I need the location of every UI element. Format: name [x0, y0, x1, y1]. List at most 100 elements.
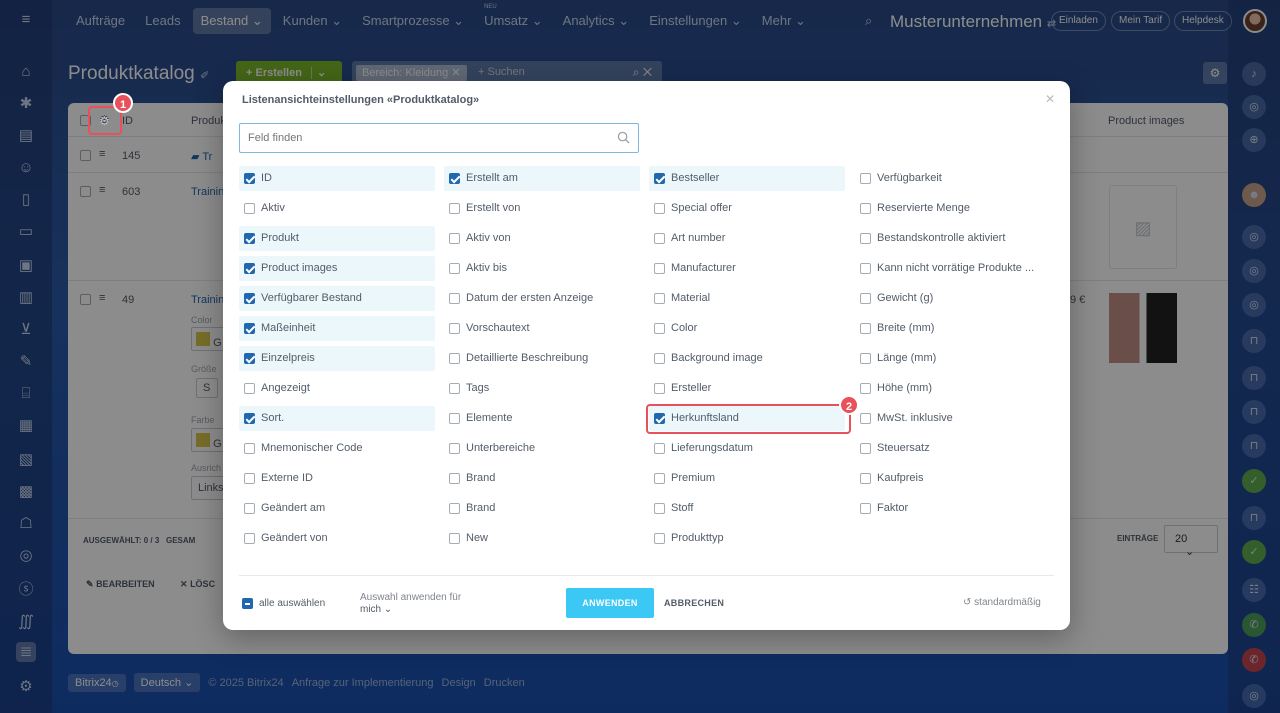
apply-for[interactable]: Auswahl anwenden für mich ⌄ — [360, 592, 461, 615]
field-checkbox[interactable] — [244, 262, 255, 274]
field-checkbox[interactable] — [860, 502, 871, 514]
field-checkbox[interactable] — [860, 442, 871, 454]
field-option[interactable]: Detaillierte Beschreibung — [444, 346, 640, 371]
field-checkbox[interactable] — [860, 322, 871, 334]
field-checkbox[interactable] — [449, 502, 460, 514]
field-option[interactable]: Material — [649, 286, 845, 311]
select-all-checkbox[interactable] — [242, 598, 253, 609]
field-option[interactable]: Erstellt am — [444, 166, 640, 191]
field-checkbox[interactable] — [244, 232, 255, 244]
field-checkbox[interactable] — [449, 322, 460, 334]
field-option[interactable]: Background image — [649, 346, 845, 371]
field-checkbox[interactable] — [449, 442, 460, 454]
field-checkbox[interactable] — [860, 232, 871, 244]
field-checkbox[interactable] — [244, 442, 255, 454]
field-checkbox[interactable] — [449, 532, 460, 544]
field-checkbox[interactable] — [244, 322, 255, 334]
field-checkbox[interactable] — [244, 532, 255, 544]
field-option[interactable]: Product images — [239, 256, 435, 281]
field-checkbox[interactable] — [860, 172, 871, 184]
field-option[interactable]: Premium — [649, 466, 845, 491]
field-checkbox[interactable] — [449, 412, 460, 424]
field-option[interactable]: Verfügbarkeit — [855, 166, 1051, 191]
field-checkbox[interactable] — [654, 532, 665, 544]
field-option[interactable]: Aktiv — [239, 196, 435, 221]
field-option[interactable]: Produkt — [239, 226, 435, 251]
search-icon[interactable] — [617, 131, 630, 144]
field-checkbox[interactable] — [244, 412, 255, 424]
field-option[interactable]: Einzelpreis — [239, 346, 435, 371]
field-checkbox[interactable] — [860, 262, 871, 274]
field-option[interactable]: New — [444, 526, 640, 551]
apply-for-select[interactable]: mich ⌄ — [360, 604, 461, 615]
field-option[interactable]: Color — [649, 316, 845, 341]
field-option[interactable]: Special offer — [649, 196, 845, 221]
cancel-button[interactable]: ABBRECHEN — [664, 588, 724, 618]
field-option[interactable]: Faktor — [855, 496, 1051, 521]
field-option[interactable]: Datum der ersten Anzeige — [444, 286, 640, 311]
field-checkbox[interactable] — [860, 472, 871, 484]
field-option[interactable]: ID — [239, 166, 435, 191]
field-option[interactable]: Manufacturer — [649, 256, 845, 281]
field-option[interactable]: Vorschautext — [444, 316, 640, 341]
field-checkbox[interactable] — [244, 172, 255, 184]
field-option[interactable]: Gewicht (g) — [855, 286, 1051, 311]
field-option[interactable]: Kaufpreis — [855, 466, 1051, 491]
field-option[interactable]: Brand — [444, 466, 640, 491]
field-option[interactable]: Geändert von — [239, 526, 435, 551]
field-option[interactable]: MwSt. inklusive — [855, 406, 1051, 431]
field-checkbox[interactable] — [449, 292, 460, 304]
field-option[interactable]: Verfügbarer Bestand — [239, 286, 435, 311]
field-checkbox[interactable] — [654, 262, 665, 274]
field-option[interactable]: Produkttyp — [649, 526, 845, 551]
field-option[interactable]: Reservierte Menge — [855, 196, 1051, 221]
field-checkbox[interactable] — [244, 472, 255, 484]
field-checkbox[interactable] — [860, 352, 871, 364]
field-option[interactable]: Breite (mm) — [855, 316, 1051, 341]
field-option[interactable]: Ersteller — [649, 376, 845, 401]
field-checkbox[interactable] — [860, 292, 871, 304]
field-checkbox[interactable] — [244, 202, 255, 214]
field-option[interactable]: Aktiv bis — [444, 256, 640, 281]
field-option[interactable]: Höhe (mm) — [855, 376, 1051, 401]
field-checkbox[interactable] — [449, 382, 460, 394]
field-checkbox[interactable] — [654, 232, 665, 244]
field-option[interactable]: Lieferungsdatum — [649, 436, 845, 461]
field-option[interactable]: Externe ID — [239, 466, 435, 491]
field-checkbox[interactable] — [244, 352, 255, 364]
field-search-input[interactable] — [248, 125, 608, 151]
field-checkbox[interactable] — [244, 292, 255, 304]
field-option[interactable]: Angezeigt — [239, 376, 435, 401]
field-option[interactable]: Brand — [444, 496, 640, 521]
field-checkbox[interactable] — [654, 502, 665, 514]
field-checkbox[interactable] — [654, 322, 665, 334]
field-option[interactable]: Kann nicht vorrätige Produkte ... — [855, 256, 1051, 281]
field-option[interactable]: Bestandskontrolle aktiviert — [855, 226, 1051, 251]
field-option[interactable]: Art number — [649, 226, 845, 251]
gear-icon[interactable]: ⚙ — [99, 114, 110, 128]
field-option[interactable]: Länge (mm) — [855, 346, 1051, 371]
field-checkbox[interactable] — [449, 352, 460, 364]
field-option[interactable]: Geändert am — [239, 496, 435, 521]
field-option[interactable]: Tags — [444, 376, 640, 401]
field-checkbox[interactable] — [654, 292, 665, 304]
field-option[interactable]: Bestseller — [649, 166, 845, 191]
reset-default[interactable]: ↺ standardmäßig — [963, 597, 1041, 608]
select-all[interactable]: alle auswählen — [242, 598, 325, 609]
field-checkbox[interactable] — [449, 232, 460, 244]
apply-button[interactable]: ANWENDEN — [566, 588, 654, 618]
field-checkbox[interactable] — [449, 202, 460, 214]
field-checkbox[interactable] — [449, 472, 460, 484]
field-checkbox[interactable] — [654, 202, 665, 214]
field-option[interactable]: Aktiv von — [444, 226, 640, 251]
field-checkbox[interactable] — [654, 472, 665, 484]
field-checkbox[interactable] — [654, 442, 665, 454]
close-icon[interactable]: ✕ — [1045, 92, 1055, 106]
field-option[interactable]: Erstellt von — [444, 196, 640, 221]
field-checkbox[interactable] — [449, 262, 460, 274]
field-option[interactable]: Stoff — [649, 496, 845, 521]
field-checkbox[interactable] — [244, 382, 255, 394]
field-checkbox[interactable] — [860, 382, 871, 394]
field-option[interactable]: Elemente — [444, 406, 640, 431]
field-checkbox[interactable] — [654, 172, 665, 184]
